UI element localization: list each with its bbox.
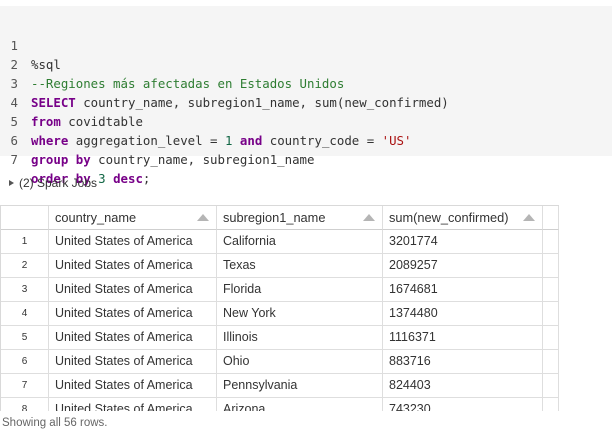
sort-up-icon[interactable] <box>363 214 375 221</box>
column-header-label: country_name <box>55 210 137 225</box>
cell-subregion1-name: Pennsylvania <box>217 374 383 398</box>
cell-country-name: United States of America <box>49 350 217 374</box>
sql-keyword: where <box>31 133 69 148</box>
code-line: 6 group by country_name, subregion1_name <box>0 112 315 167</box>
cell-subregion1-name: Florida <box>217 278 383 302</box>
column-header-country-name[interactable]: country_name <box>49 206 217 230</box>
cell-country-name: United States of America <box>49 398 217 411</box>
cell-subregion1-name: Illinois <box>217 326 383 350</box>
row-index: 6 <box>1 350 49 374</box>
row-spacer <box>543 350 559 374</box>
sql-keyword: group by <box>31 152 91 167</box>
code-line: 3 SELECT country_name, subregion1_name, … <box>0 55 449 110</box>
cell-sum-new-confirmed: 883716 <box>383 350 543 374</box>
cell-subregion1-name: Texas <box>217 254 383 278</box>
row-spacer <box>543 374 559 398</box>
spark-jobs-toggle[interactable]: (2) Spark Jobs <box>9 175 97 191</box>
cell-subregion1-name: Ohio <box>217 350 383 374</box>
sql-text: country_code = <box>262 133 382 148</box>
sql-keyword: from <box>31 114 61 129</box>
table-row[interactable]: 7 United States of America Pennsylvania 824… <box>1 374 559 398</box>
cell-country-name: United States of America <box>49 374 217 398</box>
sql-keyword: and <box>232 133 263 148</box>
table-row[interactable]: 8 United States of America Arizona 743230 <box>1 398 559 411</box>
cell-sum-new-confirmed: 743230 <box>383 398 543 411</box>
sql-magic: %sql <box>31 57 61 72</box>
code-line: 4 from covidtable <box>0 74 143 129</box>
cell-subregion1-name: New York <box>217 302 383 326</box>
results-table[interactable]: country_name subregion1_name sum(new_con… <box>0 205 559 411</box>
row-count-status: Showing all 56 rows. <box>2 417 108 429</box>
row-index: 3 <box>1 278 49 302</box>
cell-country-name: United States of America <box>49 278 217 302</box>
sql-code-cell[interactable]: 1 %sql 2 --Regiones más afectadas en Est… <box>0 6 612 186</box>
code-line: 5 where aggregation_level = 1 and countr… <box>0 93 412 148</box>
row-spacer <box>543 398 559 411</box>
sql-text: covidtable <box>60 114 143 129</box>
table-row[interactable]: 1 United States of America California 32017… <box>1 230 559 254</box>
column-header-label: sum(new_confirmed) <box>389 210 509 225</box>
sql-text: country_name, subregion1_name, sum(new_c… <box>75 95 449 110</box>
sort-up-icon[interactable] <box>523 214 535 221</box>
cell-sum-new-confirmed: 3201774 <box>383 230 543 254</box>
row-index: 4 <box>1 302 49 326</box>
cell-country-name: United States of America <box>49 302 217 326</box>
cell-subregion1-name: Arizona <box>217 398 383 411</box>
row-spacer <box>543 278 559 302</box>
table-header-row: country_name subregion1_name sum(new_con… <box>1 206 559 230</box>
sql-text: aggregation_level = <box>68 133 225 148</box>
row-index: 7 <box>1 374 49 398</box>
row-index: 8 <box>1 398 49 411</box>
cell-country-name: United States of America <box>49 230 217 254</box>
row-spacer <box>543 230 559 254</box>
cell-sum-new-confirmed: 1116371 <box>383 326 543 350</box>
sql-text: ; <box>142 171 151 186</box>
table-row[interactable]: 3 United States of America Florida 1674681 <box>1 278 559 302</box>
index-header <box>1 206 49 230</box>
table-row[interactable]: 6 United States of America Ohio 883716 <box>1 350 559 374</box>
sql-keyword: SELECT <box>31 95 76 110</box>
cell-country-name: United States of America <box>49 254 217 278</box>
row-spacer <box>543 254 559 278</box>
sql-text: country_name, subregion1_name <box>90 152 315 167</box>
column-header-label: subregion1_name <box>223 210 326 225</box>
cell-sum-new-confirmed: 1374480 <box>383 302 543 326</box>
line-number: 7 <box>10 152 18 167</box>
row-spacer <box>543 326 559 350</box>
row-index: 2 <box>1 254 49 278</box>
table-row[interactable]: 5 United States of America Illinois 1116371 <box>1 326 559 350</box>
column-header-sum-new-confirmed[interactable]: sum(new_confirmed) <box>383 206 543 230</box>
sql-comment: --Regiones más afectadas en Estados Unid… <box>31 76 345 91</box>
cell-sum-new-confirmed: 2089257 <box>383 254 543 278</box>
code-line: 7 order by 3 desc; <box>0 131 151 186</box>
cell-sum-new-confirmed: 1674681 <box>383 278 543 302</box>
spark-jobs-label: (2) Spark Jobs <box>19 176 98 190</box>
column-header-subregion1-name[interactable]: subregion1_name <box>217 206 383 230</box>
sql-string: 'US' <box>381 133 412 148</box>
row-index: 5 <box>1 326 49 350</box>
cell-country-name: United States of America <box>49 326 217 350</box>
sql-keyword: desc <box>105 171 143 186</box>
caret-right-icon <box>9 179 14 186</box>
table-row[interactable]: 4 United States of America New York 1374480 <box>1 302 559 326</box>
cell-sum-new-confirmed: 824403 <box>383 374 543 398</box>
header-spacer <box>543 206 559 230</box>
table-row[interactable]: 2 United States of America Texas 2089257 <box>1 254 559 278</box>
sort-up-icon[interactable] <box>197 214 209 221</box>
code-line: 1 %sql <box>0 17 61 72</box>
code-line: 2 --Regiones más afectadas en Estados Un… <box>0 36 345 91</box>
cell-subregion1-name: California <box>217 230 383 254</box>
row-index: 1 <box>1 230 49 254</box>
row-spacer <box>543 302 559 326</box>
